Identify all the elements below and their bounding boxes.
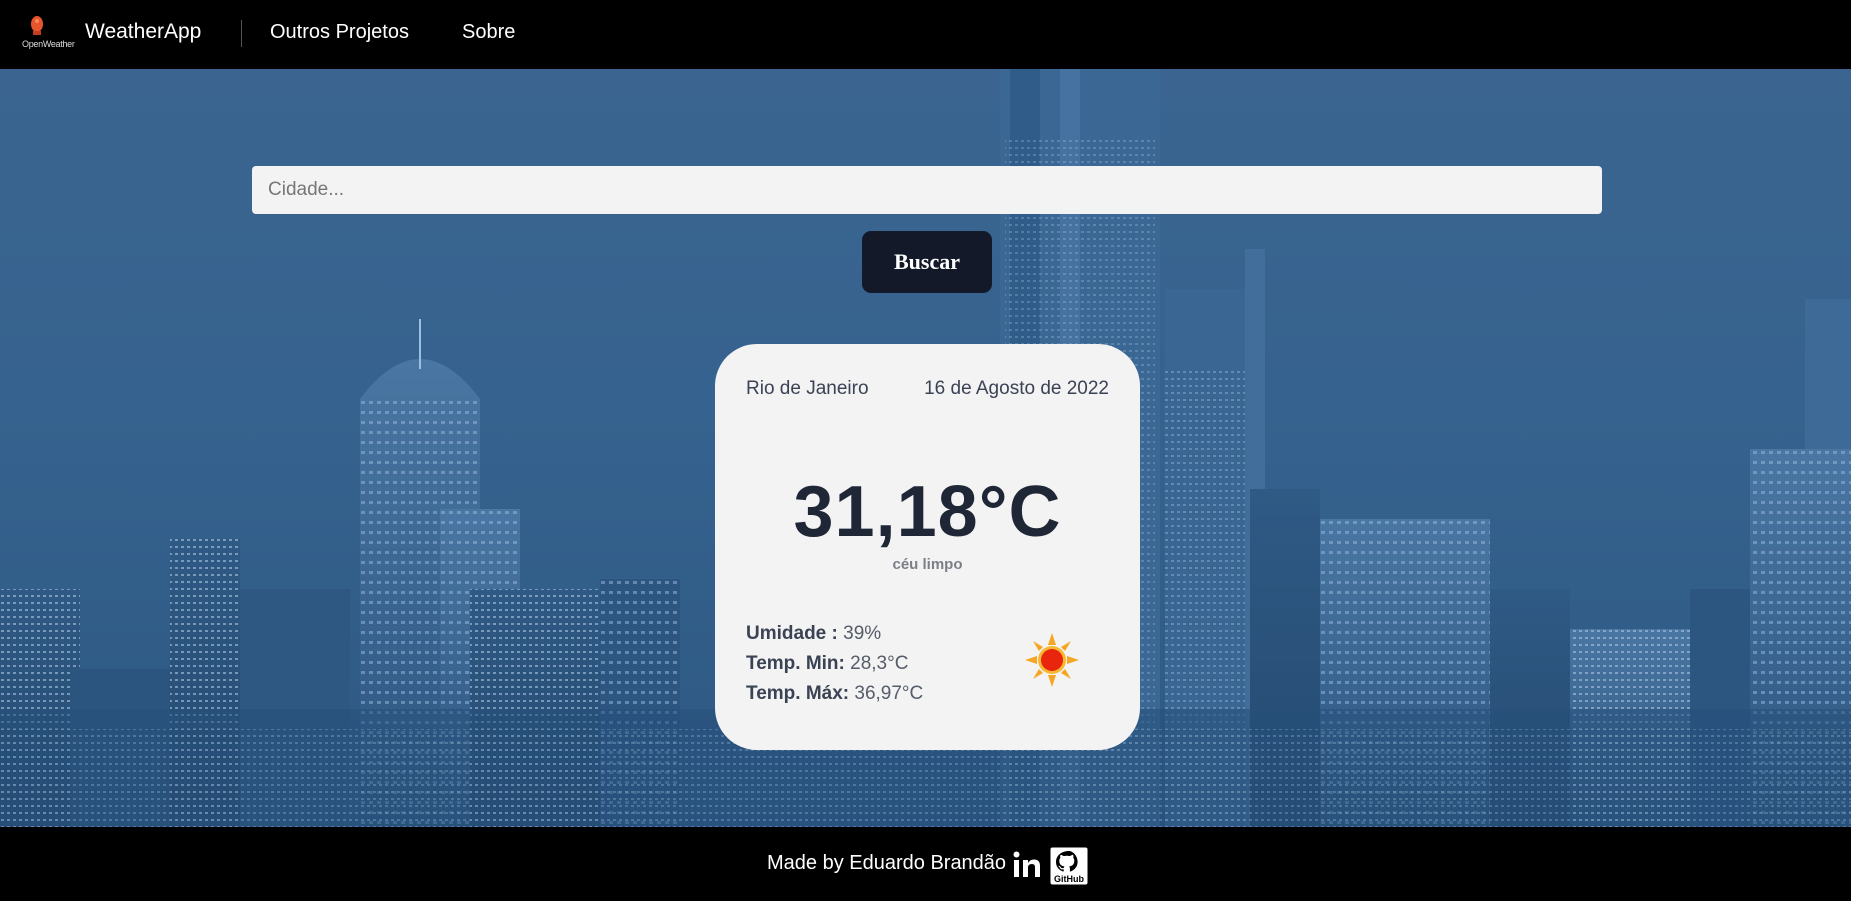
city-search-input[interactable] [252, 166, 1602, 214]
temp-max-stat: Temp. Máx: 36,97°C [746, 683, 923, 705]
humidity-value: 39% [843, 623, 882, 644]
nav-sobre[interactable]: Sobre [462, 21, 515, 44]
main-content: Buscar Rio de Janeiro 16 de Agosto de 20… [0, 69, 1851, 827]
nav-divider [241, 20, 242, 47]
linkedin-icon[interactable] [1012, 850, 1042, 880]
top-navbar: OpenWeather WeatherApp Outros Projetos S… [0, 0, 1851, 69]
footer: Made by Eduardo Brandão GitHub [0, 827, 1851, 901]
sun-icon [1025, 633, 1079, 687]
nav-outros-projetos[interactable]: Outros Projetos [270, 21, 409, 44]
app-brand[interactable]: WeatherApp [85, 20, 201, 44]
city-name: Rio de Janeiro [746, 378, 869, 399]
github-icon-label: GitHub [1054, 874, 1084, 884]
temp-max-value: 36,97°C [854, 683, 924, 704]
weather-card: Rio de Janeiro 16 de Agosto de 2022 31,1… [715, 344, 1140, 750]
github-icon[interactable]: GitHub [1050, 847, 1088, 885]
search-button[interactable]: Buscar [862, 231, 992, 293]
temp-max-label: Temp. Máx: [746, 683, 850, 704]
footer-credit: Made by Eduardo Brandão [767, 852, 1007, 874]
humidity-stat: Umidade : 39% [746, 623, 881, 645]
temp-min-value: 28,3°C [850, 653, 909, 674]
openweather-logo[interactable]: OpenWeather [22, 12, 75, 56]
current-date: 16 de Agosto de 2022 [924, 378, 1109, 399]
temp-min-label: Temp. Min: [746, 653, 845, 674]
openweather-logo-icon [31, 16, 43, 35]
temperature: 31,18°C [793, 472, 1062, 552]
weather-description: céu limpo [892, 556, 963, 573]
temp-min-stat: Temp. Min: 28,3°C [746, 653, 908, 675]
logo-text: OpenWeather [22, 39, 75, 49]
humidity-label: Umidade : [746, 623, 838, 644]
